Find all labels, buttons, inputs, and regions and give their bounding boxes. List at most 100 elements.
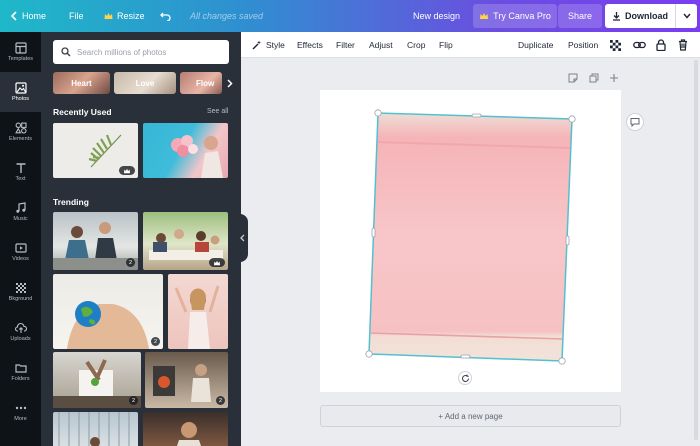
templates-icon (14, 42, 27, 54)
add-new-page-button[interactable]: + Add a new page (320, 405, 621, 427)
rail-item-templates[interactable]: Templates (0, 32, 41, 72)
rail-item-more[interactable]: More (0, 392, 41, 432)
chip-love[interactable]: Love (114, 72, 176, 94)
lock-button[interactable] (656, 32, 666, 58)
undo-button[interactable] (160, 0, 171, 32)
add-page-icon-button[interactable] (608, 72, 620, 84)
copy-icon (589, 73, 599, 83)
crop-label: Crop (407, 40, 426, 50)
photo-thumbnail[interactable] (53, 123, 138, 178)
effects-button[interactable]: Effects (297, 32, 323, 58)
photo-thumbnail[interactable] (168, 274, 228, 349)
download-options-button[interactable] (675, 4, 697, 28)
rail-item-background[interactable]: Bkground (0, 272, 41, 312)
position-button[interactable]: Position (568, 32, 598, 58)
rail-label-elements: Elements (9, 136, 32, 142)
trending-heading: Trending (53, 197, 89, 207)
flip-label: Flip (439, 40, 453, 50)
rail-item-elements[interactable]: Elements (0, 112, 41, 152)
home-button[interactable]: Home (10, 0, 46, 32)
rail-label-more: More (14, 416, 27, 422)
home-label: Home (22, 11, 47, 21)
share-label: Share (567, 11, 593, 21)
link-icon (633, 41, 646, 49)
flip-button[interactable]: Flip (439, 32, 453, 58)
text-icon (16, 163, 25, 173)
style-label: Style (266, 40, 285, 50)
style-button[interactable]: Style (252, 32, 285, 58)
saved-status-label: All changes saved (190, 11, 264, 21)
crop-button[interactable]: Crop (407, 32, 425, 58)
background-icon (15, 283, 26, 293)
elements-icon (14, 122, 27, 134)
design-page[interactable] (320, 90, 621, 392)
filter-button[interactable]: Filter (336, 32, 355, 58)
transparency-button[interactable] (610, 32, 621, 58)
photo-thumbnail[interactable] (143, 212, 228, 270)
premium-badge (209, 258, 225, 267)
add-page-label: + Add a new page (438, 411, 503, 421)
rail-item-text[interactable]: Text (0, 152, 41, 192)
photo-thumbnail[interactable]: 2 (53, 274, 163, 349)
trash-icon (679, 39, 687, 51)
chevron-left-icon (10, 11, 17, 21)
rail-label-templates: Templates (7, 56, 34, 62)
download-icon (613, 12, 620, 21)
design-name[interactable]: New design (413, 0, 460, 32)
folders-icon (14, 364, 27, 373)
resize-button[interactable]: Resize (104, 0, 145, 32)
top-bar: Home File Resize All changes saved New d… (0, 0, 700, 32)
rail-item-videos[interactable]: Videos (0, 232, 41, 272)
photo-thumbnail[interactable] (143, 412, 228, 446)
duplicate-button[interactable]: Duplicate (518, 32, 553, 58)
music-icon (15, 202, 26, 213)
link-button[interactable] (633, 32, 646, 58)
photo-thumbnail[interactable] (53, 412, 138, 446)
try-pro-label: Try Canva Pro (493, 11, 551, 21)
adjust-label: Adjust (369, 40, 393, 50)
saved-status: All changes saved (190, 0, 263, 32)
rail-item-photos[interactable]: Photos (0, 72, 41, 112)
edit-toolbar: Style Effects Filter Adjust Crop Flip Du… (241, 32, 700, 58)
download-button[interactable]: Download (605, 4, 675, 28)
canvas-scrollbar[interactable] (694, 60, 698, 440)
man-image (177, 422, 201, 446)
more-icon (15, 406, 26, 410)
download-label: Download (625, 11, 668, 21)
try-canva-pro-button[interactable]: Try Canva Pro (473, 4, 557, 28)
photos-icon (14, 82, 27, 94)
rail-item-music[interactable]: Music (0, 192, 41, 232)
share-button[interactable]: Share (558, 4, 602, 28)
filter-label: Filter (336, 40, 355, 50)
collapse-panel-button[interactable] (236, 214, 248, 262)
photo-thumbnail[interactable] (143, 123, 228, 178)
photo-thumbnail[interactable]: 2 (145, 352, 228, 408)
recently-used-heading: Recently Used (53, 107, 112, 117)
rail-label-text: Text (15, 176, 26, 182)
search-input[interactable]: Search millions of photos (53, 40, 229, 64)
undo-icon (160, 12, 171, 21)
delete-button[interactable] (678, 32, 688, 58)
chips-next-button[interactable] (222, 72, 238, 94)
duplicate-label: Duplicate (518, 40, 554, 50)
adjust-button[interactable]: Adjust (369, 32, 393, 58)
chevron-down-icon (682, 13, 691, 19)
rail-item-uploads[interactable]: Uploads (0, 312, 41, 352)
page-notes-button[interactable] (567, 72, 579, 84)
chip-heart[interactable]: Heart (53, 72, 110, 94)
search-placeholder: Search millions of photos (77, 47, 167, 57)
rail-item-folders[interactable]: Folders (0, 352, 41, 392)
file-menu[interactable]: File (69, 0, 84, 32)
chip-flow[interactable]: Flow (180, 72, 222, 94)
rotate-handle[interactable] (458, 371, 472, 385)
photo-thumbnail[interactable]: 2 (53, 352, 141, 408)
photo-thumbnail[interactable]: 2 (53, 212, 138, 270)
chip-label: Heart (71, 78, 92, 88)
add-comment-button[interactable] (626, 113, 644, 131)
rail-label-folders: Folders (11, 376, 30, 382)
duplicate-page-button[interactable] (588, 72, 600, 84)
count-badge: 2 (216, 396, 225, 405)
file-label: File (69, 11, 84, 21)
see-all-link[interactable]: See all (207, 108, 228, 115)
rotate-icon (461, 374, 469, 382)
